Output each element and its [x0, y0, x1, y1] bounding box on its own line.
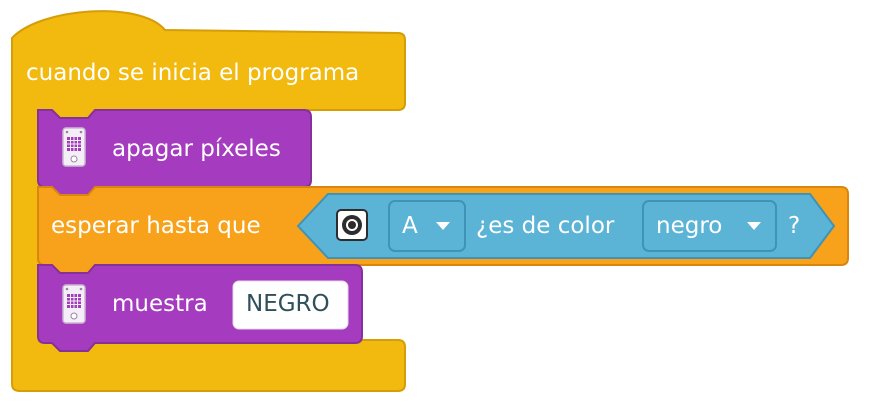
wait-until-label: esperar hasta que [51, 213, 261, 239]
is-color-label: ¿es de color [476, 213, 615, 239]
chevron-down-icon [747, 222, 761, 230]
hat-block-label: cuando se inicia el programa [26, 60, 360, 86]
port-value: A [402, 213, 418, 239]
show-label: muestra [112, 291, 208, 317]
color-value: negro [656, 213, 723, 239]
question-mark: ? [788, 213, 801, 239]
chevron-down-icon [436, 222, 450, 230]
light-matrix-icon [62, 127, 86, 167]
light-matrix-icon [62, 284, 86, 324]
text-value: NEGRO [246, 291, 330, 317]
port-dropdown[interactable] [388, 200, 466, 252]
turn-off-pixels-label: apagar píxeles [112, 136, 281, 162]
color-sensor-icon [336, 209, 368, 241]
